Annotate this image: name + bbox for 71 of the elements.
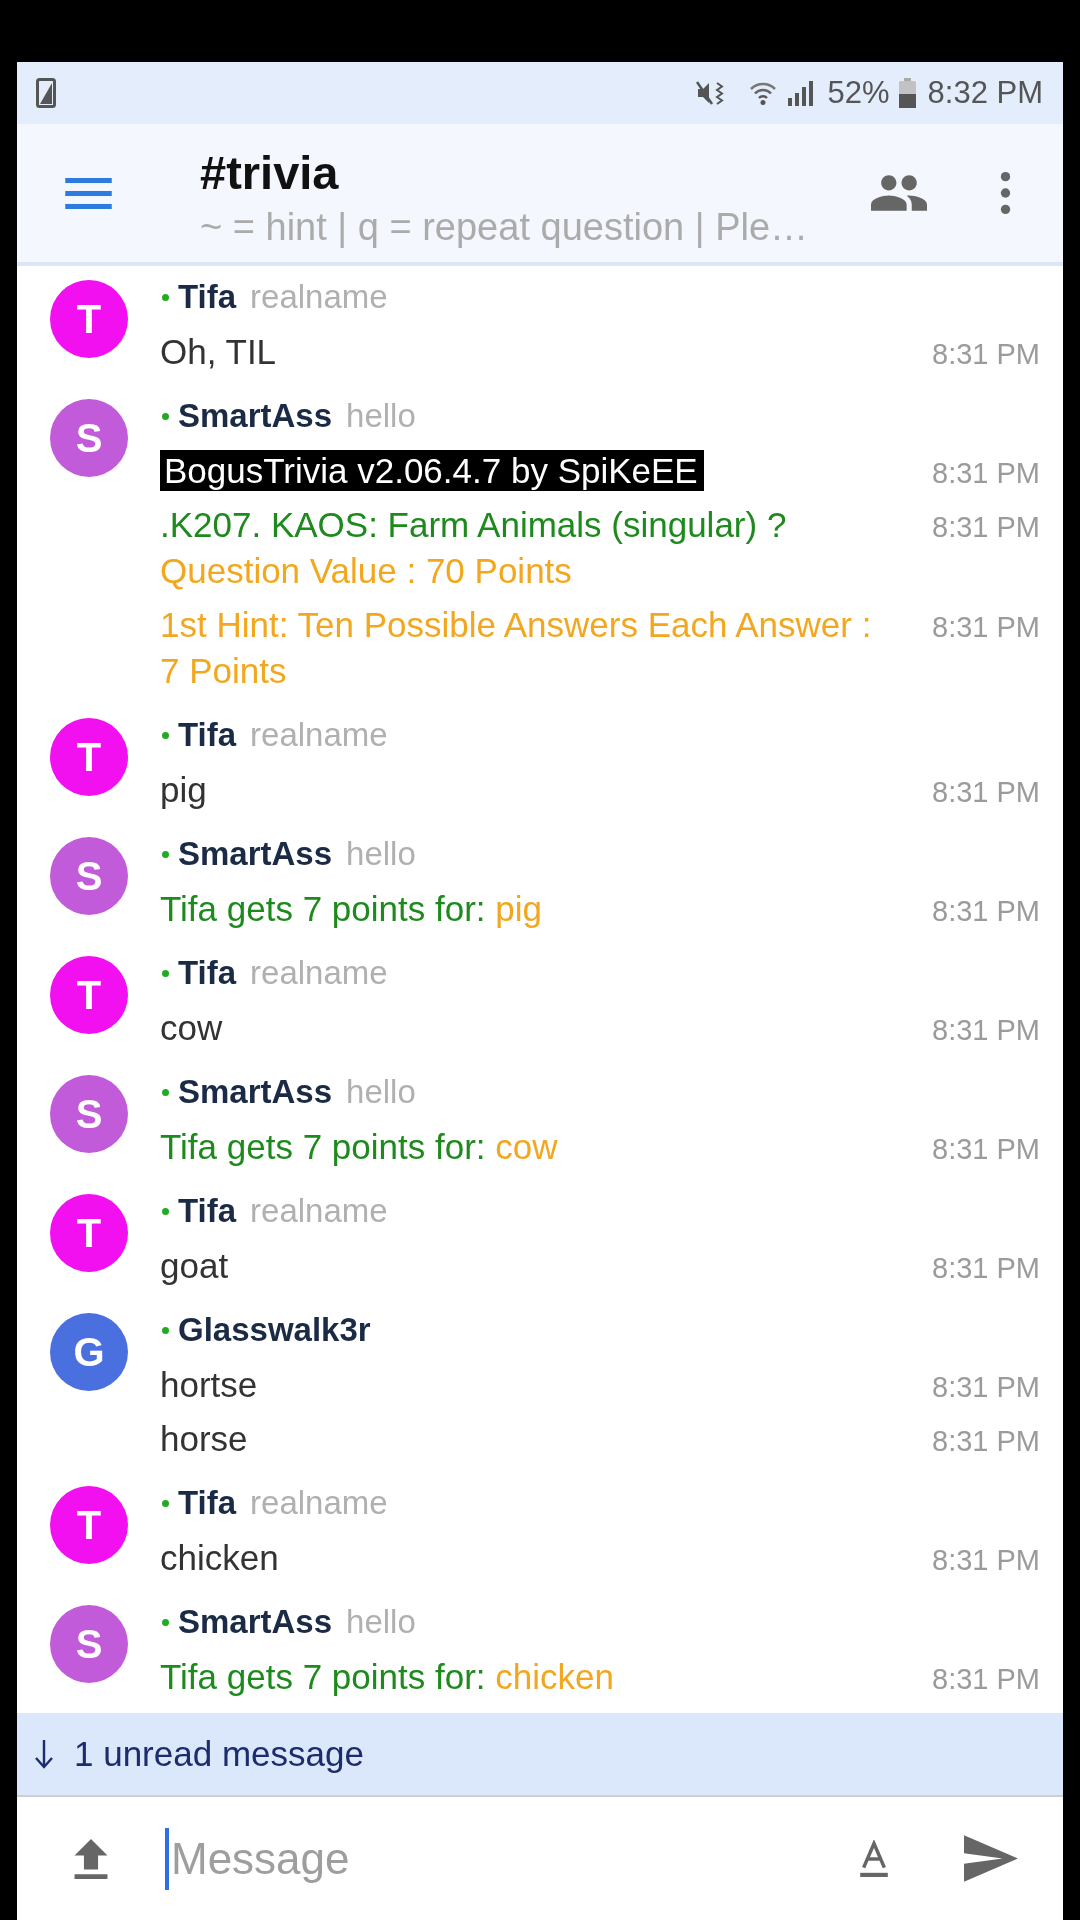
user-avatar: T bbox=[50, 718, 128, 796]
message-text: Tifa gets 7 points for: pig bbox=[160, 888, 542, 930]
message-text: cow bbox=[160, 1007, 223, 1049]
sender-name: SmartAss bbox=[178, 1073, 333, 1111]
send-icon[interactable] bbox=[964, 1835, 1018, 1882]
user-avatar: T bbox=[50, 956, 128, 1034]
user-avatar: S bbox=[50, 1075, 128, 1153]
message-text: chicken bbox=[160, 1537, 279, 1579]
sender-realname: realname bbox=[250, 1192, 388, 1230]
battery-icon bbox=[898, 78, 916, 108]
user-avatar: S bbox=[50, 1605, 128, 1683]
sender-realname: hello bbox=[346, 397, 416, 435]
message-text: goat bbox=[160, 1245, 229, 1287]
sender-name: Tifa bbox=[178, 278, 237, 316]
down-arrow-icon bbox=[34, 1739, 54, 1769]
message-time: 8:31 PM bbox=[932, 1371, 1040, 1404]
message-time: 8:31 PM bbox=[932, 776, 1040, 809]
more-options-icon[interactable] bbox=[1000, 172, 1011, 214]
message-composer[interactable]: Message bbox=[17, 1797, 1063, 1920]
message-time: 8:31 PM bbox=[932, 895, 1040, 928]
message-time: 8:31 PM bbox=[932, 611, 1040, 644]
message-time: 8:31 PM bbox=[932, 1133, 1040, 1166]
sender-name: SmartAss bbox=[178, 835, 333, 873]
sender-name: Tifa bbox=[178, 1484, 237, 1522]
sender-realname: hello bbox=[346, 1073, 416, 1111]
channel-topic: ~ = hint | q = repeat question | Ple… bbox=[200, 205, 809, 249]
user-avatar: G bbox=[50, 1313, 128, 1391]
message-time: 8:31 PM bbox=[932, 1252, 1040, 1285]
clock-time: 8:32 PM bbox=[927, 75, 1043, 111]
message-time: 8:31 PM bbox=[932, 1663, 1040, 1696]
message-text: Tifa gets 7 points for: chicken bbox=[160, 1656, 614, 1698]
user-avatar: S bbox=[50, 837, 128, 915]
message-text: 1st Hint: Ten Possible Answers Each Answer : 7 Points bbox=[160, 604, 873, 692]
sender-realname: hello bbox=[346, 835, 416, 873]
message-text: Oh, TIL bbox=[160, 331, 277, 373]
sender-name: Tifa bbox=[178, 954, 237, 992]
channel-title: #trivia bbox=[200, 146, 339, 200]
sender-realname: hello bbox=[346, 1603, 416, 1641]
user-avatar: T bbox=[50, 1194, 128, 1272]
sender-realname: realname bbox=[250, 716, 388, 754]
wifi-icon bbox=[748, 80, 777, 106]
message-time: 8:31 PM bbox=[932, 338, 1040, 371]
user-avatar: T bbox=[50, 1486, 128, 1564]
people-icon[interactable] bbox=[871, 175, 927, 211]
message-time: 8:31 PM bbox=[932, 1544, 1040, 1577]
message-text: BogusTrivia v2.06.4.7 by SpiKeEE bbox=[160, 448, 704, 494]
sender-realname: realname bbox=[250, 278, 388, 316]
message-text: horse bbox=[160, 1418, 248, 1460]
sender-name: Tifa bbox=[178, 1192, 237, 1230]
unread-messages-bar[interactable]: 1 unread message bbox=[17, 1713, 1063, 1797]
device-icon bbox=[36, 78, 56, 108]
message-time: 8:31 PM bbox=[932, 457, 1040, 490]
message-time: 8:31 PM bbox=[932, 1014, 1040, 1047]
message-text: hortse bbox=[160, 1364, 258, 1406]
signal-icon bbox=[785, 80, 814, 106]
sender-name: SmartAss bbox=[178, 397, 333, 435]
battery-percentage: 52% bbox=[827, 75, 890, 111]
message-text: Tifa gets 7 points for: cow bbox=[160, 1126, 558, 1168]
user-avatar: T bbox=[50, 280, 128, 358]
message-text: pig bbox=[160, 769, 207, 811]
user-avatar: S bbox=[50, 399, 128, 477]
menu-icon[interactable] bbox=[65, 177, 112, 209]
sender-realname: realname bbox=[250, 954, 388, 992]
message-text: .K207. KAOS: Farm Animals (singular) ? Question Value : 70 Points bbox=[160, 504, 787, 592]
sender-name: Tifa bbox=[178, 716, 237, 754]
message-time: 8:31 PM bbox=[932, 511, 1040, 544]
sender-realname: realname bbox=[250, 1484, 388, 1522]
sender-name: SmartAss bbox=[178, 1603, 333, 1641]
upload-icon[interactable] bbox=[72, 1838, 110, 1879]
sender-name: Glasswalk3r bbox=[178, 1311, 371, 1349]
message-time: 8:31 PM bbox=[932, 1425, 1040, 1458]
